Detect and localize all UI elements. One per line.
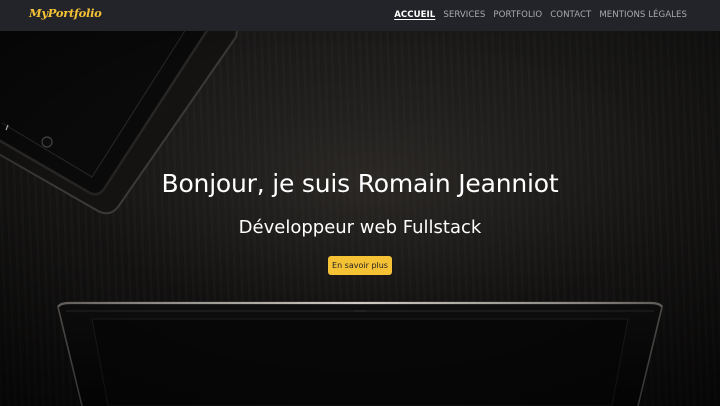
hero-section: Bonjour, je suis Romain Jeanniot Dévelop… xyxy=(0,31,720,406)
hero-title: Bonjour, je suis Romain Jeanniot xyxy=(161,169,559,198)
page: MyPortfolio ACCUEIL SERVICES PORTFOLIO C… xyxy=(0,0,720,406)
nav-link-contact[interactable]: CONTACT xyxy=(550,10,591,20)
hero-subtitle: Développeur web Fullstack xyxy=(238,217,482,238)
navbar: MyPortfolio ACCUEIL SERVICES PORTFOLIO C… xyxy=(0,0,720,31)
learn-more-button[interactable]: En savoir plus xyxy=(328,256,392,275)
nav-link-services[interactable]: SERVICES xyxy=(443,10,485,20)
nav-link-accueil[interactable]: ACCUEIL xyxy=(394,10,435,20)
nav-link-mentions-legales[interactable]: MENTIONS LÉGALES xyxy=(599,10,687,20)
main-nav: ACCUEIL SERVICES PORTFOLIO CONTACT MENTI… xyxy=(394,10,687,20)
nav-link-portfolio[interactable]: PORTFOLIO xyxy=(493,10,542,20)
brand-logo[interactable]: MyPortfolio xyxy=(29,6,102,20)
